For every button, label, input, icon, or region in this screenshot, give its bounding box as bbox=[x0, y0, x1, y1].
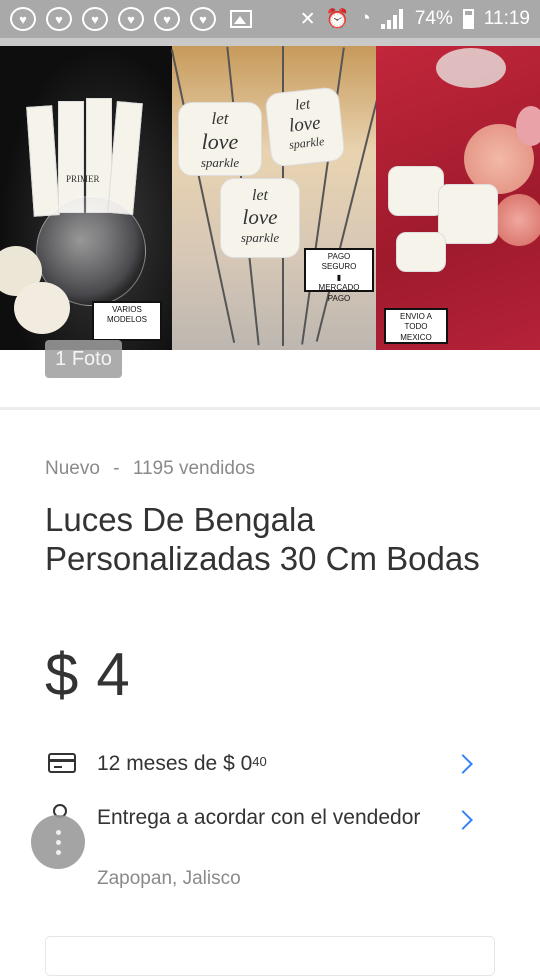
chevron-right-icon[interactable] bbox=[453, 810, 473, 830]
clock: 11:19 bbox=[483, 8, 530, 29]
product-title: Luces De Bengala Personalizadas 30 Cm Bo… bbox=[45, 501, 480, 577]
chevron-right-icon[interactable] bbox=[453, 754, 473, 774]
sparkler-sleeve bbox=[107, 101, 143, 215]
tag-card: let love sparkle bbox=[220, 178, 300, 258]
condition-separator: - bbox=[113, 458, 120, 479]
wifi-icon: ◔ bbox=[359, 8, 371, 29]
status-bar: ♥ ♥ ♥ ♥ ♥ ♥ ✕ ⏰ ◔ 74% 11:19 bbox=[0, 0, 540, 38]
tag-card bbox=[396, 232, 446, 272]
heart-icon: ♥ bbox=[118, 7, 144, 31]
tag-card: let love sparkle bbox=[264, 86, 346, 168]
battery-icon bbox=[462, 9, 474, 29]
product-condition-line: Nuevo - 1195 vendidos bbox=[45, 458, 255, 480]
notification-icons: ♥ ♥ ♥ ♥ ♥ ♥ bbox=[10, 7, 252, 31]
divider bbox=[0, 407, 540, 410]
flower bbox=[14, 282, 70, 334]
gallery-icon bbox=[230, 10, 252, 28]
shipping-text: Entrega a acordar con el vendedor bbox=[97, 806, 421, 829]
tag-card: let love sparkle bbox=[178, 102, 262, 176]
label-varios-modelos: VARIOS MODELOS bbox=[92, 301, 162, 341]
sparkler-sleeve bbox=[26, 105, 60, 217]
heart-icon: ♥ bbox=[82, 7, 108, 31]
image-panel-right: ENVIO A TODO MEXICO bbox=[376, 46, 540, 350]
sold-count: 1195 vendidos bbox=[132, 458, 256, 479]
product-image[interactable]: PRIMER VARIOS MODELOS let love sparkle l… bbox=[0, 46, 540, 350]
heart-icon: ♥ bbox=[10, 7, 36, 31]
photo-count-badge[interactable]: 1 Foto bbox=[45, 340, 122, 378]
installments-text: 12 meses de $ 040 bbox=[97, 752, 267, 775]
product-price: $ 4 bbox=[45, 640, 130, 709]
heart-icon: ♥ bbox=[190, 7, 216, 31]
currency-symbol: $ bbox=[45, 641, 79, 708]
credit-card-icon bbox=[48, 753, 76, 773]
bottom-card bbox=[45, 936, 495, 976]
image-panel-center: let love sparkle let love sparkle let lo… bbox=[170, 46, 391, 350]
toolbar-strip bbox=[0, 38, 540, 46]
seller-location: Zapopan, Jalisco bbox=[97, 868, 241, 889]
heart-icon: ♥ bbox=[154, 7, 180, 31]
alarm-icon: ⏰ bbox=[325, 9, 350, 30]
label-pago-seguro: PAGO SEGURO ▮ MERCADO PAGO bbox=[304, 248, 374, 303]
price-amount: 4 bbox=[96, 641, 130, 708]
installments-cents: 40 bbox=[252, 754, 267, 769]
image-panel-left: PRIMER VARIOS MODELOS bbox=[0, 46, 172, 350]
dot-icon bbox=[55, 839, 61, 845]
card-text-primer: PRIMER bbox=[66, 174, 100, 184]
label-envio-mexico: ENVIO A TODO MEXICO bbox=[384, 308, 448, 344]
mute-icon: ✕ bbox=[299, 8, 316, 30]
tag-card bbox=[388, 166, 444, 216]
dot-icon bbox=[55, 849, 61, 855]
crystal-decoration bbox=[436, 48, 506, 88]
system-icons: ✕ ⏰ ◔ 74% 11:19 bbox=[300, 7, 530, 31]
signal-icon bbox=[380, 9, 405, 29]
condition-label: Nuevo bbox=[45, 458, 100, 479]
battery-percent: 74% bbox=[414, 8, 453, 29]
installments-row[interactable]: 12 meses de $ 040 bbox=[0, 745, 540, 785]
more-options-button[interactable] bbox=[31, 815, 85, 869]
rose-flower bbox=[494, 194, 540, 246]
dot-icon bbox=[55, 829, 61, 835]
heart-icon: ♥ bbox=[46, 7, 72, 31]
tag-card bbox=[438, 184, 498, 244]
rose-flower bbox=[516, 106, 540, 146]
